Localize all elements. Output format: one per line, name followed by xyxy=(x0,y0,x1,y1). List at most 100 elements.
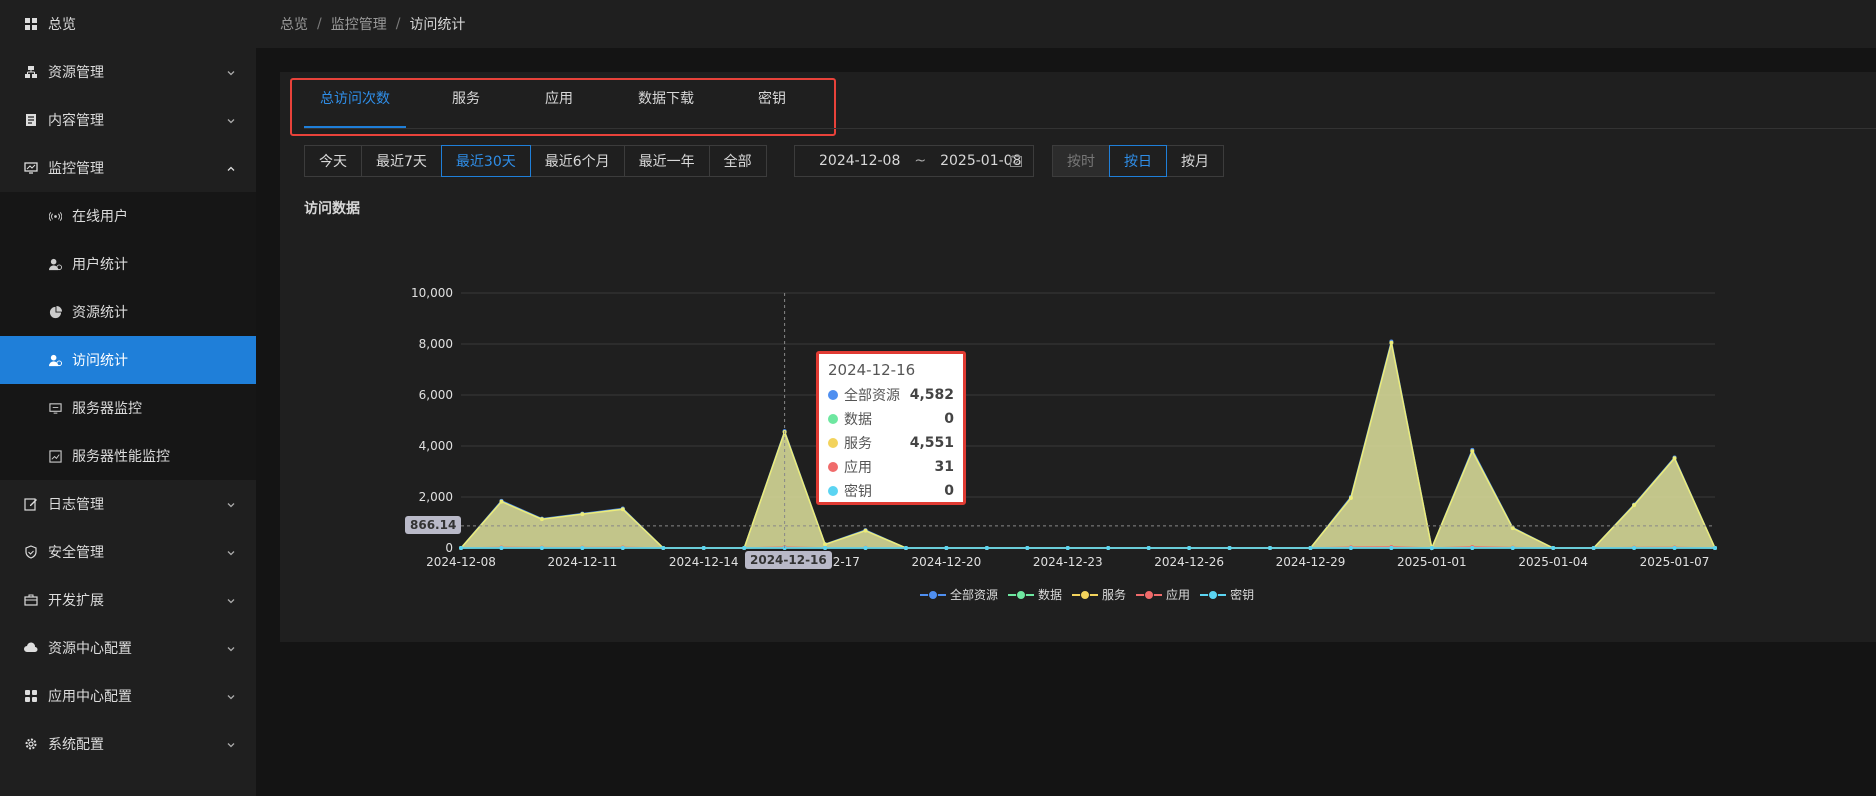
sidebar-item-visit-stats[interactable]: 访问统计 xyxy=(0,336,256,384)
tooltip-series-value: 31 xyxy=(934,459,954,475)
series-point xyxy=(620,546,625,550)
series-point xyxy=(742,546,747,550)
sidebar-item-label: 资源管理 xyxy=(48,65,104,81)
y-tick-label: 2,000 xyxy=(419,490,453,504)
sidebar-item-log-management[interactable]: 日志管理 xyxy=(0,480,256,528)
series-point xyxy=(1308,546,1313,550)
sidebar-item-monitor-management[interactable]: 监控管理 xyxy=(0,144,256,192)
breadcrumb-separator: / xyxy=(317,16,322,32)
series-point xyxy=(1268,546,1273,550)
chevron-down-icon xyxy=(226,66,236,76)
series-point xyxy=(823,542,828,547)
tooltip-date: 2024-12-16 xyxy=(828,361,916,379)
breadcrumb-current: 访问统计 xyxy=(409,17,466,33)
sidebar-item-app-center-config[interactable]: 应用中心配置 xyxy=(0,672,256,720)
series-point xyxy=(1389,546,1394,550)
sidebar: 总览 资源管理 内容管理 监控管理 在线用户 用户统计 资源统计 访问统计 服务… xyxy=(0,0,256,796)
tooltip-series-name: 密钥 xyxy=(844,484,872,500)
series-dot xyxy=(828,390,838,400)
sidebar-item-label: 在线用户 xyxy=(72,209,128,225)
legend-item[interactable]: 服务 xyxy=(1072,586,1126,603)
series-point xyxy=(903,546,908,550)
series-point xyxy=(1713,546,1717,550)
chevron-up-icon xyxy=(226,162,236,172)
series-point xyxy=(863,528,868,533)
series-point xyxy=(459,546,463,550)
sidebar-item-resource-center-config[interactable]: 资源中心配置 xyxy=(0,624,256,672)
sidebar-item-dev-extension[interactable]: 开发扩展 xyxy=(0,576,256,624)
series-point xyxy=(1591,546,1596,550)
legend-item[interactable]: 密钥 xyxy=(1200,586,1254,603)
series-point xyxy=(539,546,544,550)
edit-icon xyxy=(24,497,38,511)
sidebar-item-resource-management[interactable]: 资源管理 xyxy=(0,48,256,96)
tooltip-series-name: 服务 xyxy=(844,436,872,452)
sidebar-item-server-performance[interactable]: 服务器性能监控 xyxy=(0,432,256,480)
sidebar-item-user-stats[interactable]: 用户统计 xyxy=(0,240,256,288)
series-point xyxy=(1227,546,1232,550)
breadcrumb: 总览 / 监控管理 / 访问统计 xyxy=(280,14,465,34)
range-30days-button[interactable]: 最近30天 xyxy=(440,145,531,177)
sidebar-item-overview[interactable]: 总览 xyxy=(0,0,256,48)
series-point xyxy=(499,499,504,504)
radio-waves-icon xyxy=(48,209,62,223)
sidebar-item-security-management[interactable]: 安全管理 xyxy=(0,528,256,576)
chevron-down-icon xyxy=(226,546,236,556)
series-point xyxy=(701,546,706,550)
breadcrumb-item[interactable]: 监控管理 xyxy=(331,14,387,34)
pie-icon xyxy=(48,305,62,319)
legend-label: 全部资源 xyxy=(950,588,999,602)
sidebar-item-label: 用户统计 xyxy=(72,257,128,273)
x-tick-label: 2024-12-26 xyxy=(1154,555,1224,569)
legend-item[interactable]: 数据 xyxy=(1008,586,1062,603)
cloud-config-icon xyxy=(24,641,38,655)
legend-label: 服务 xyxy=(1102,588,1127,602)
breadcrumb-item[interactable]: 总览 xyxy=(280,14,308,34)
sidebar-item-label: 监控管理 xyxy=(48,161,104,177)
sidebar-item-resource-stats[interactable]: 资源统计 xyxy=(0,288,256,336)
series-point xyxy=(1106,546,1111,550)
legend-item[interactable]: 应用 xyxy=(1136,586,1190,603)
x-tick-label: 2025-01-07 xyxy=(1640,555,1710,569)
y-tick-label: 10,000 xyxy=(411,286,453,300)
x-tick-label: 2024-12-29 xyxy=(1276,555,1346,569)
series-point xyxy=(1632,546,1637,550)
sidebar-item-system-config[interactable]: 系统配置 xyxy=(0,720,256,768)
tooltip-series-value: 0 xyxy=(944,411,954,427)
series-line xyxy=(460,342,1716,551)
series-point xyxy=(984,546,989,550)
legend-marker-icon xyxy=(1008,589,1035,600)
legend-label: 数据 xyxy=(1038,588,1063,602)
chevron-down-icon xyxy=(226,594,236,604)
x-tick-label: 2024-12-11 xyxy=(547,555,617,569)
sidebar-item-content-management[interactable]: 内容管理 xyxy=(0,96,256,144)
legend-marker-icon xyxy=(1136,589,1163,600)
chevron-down-icon xyxy=(226,738,236,748)
y-tick-label: 8,000 xyxy=(419,337,453,351)
x-tick-label: 2025-01-01 xyxy=(1397,555,1467,569)
legend-marker-icon xyxy=(920,589,946,600)
series-point xyxy=(1510,526,1515,531)
sidebar-item-online-users[interactable]: 在线用户 xyxy=(0,192,256,240)
breadcrumb-separator: / xyxy=(395,16,401,32)
series-point xyxy=(580,546,585,550)
x-tick-label: 2024-12-20 xyxy=(912,555,982,569)
series-point xyxy=(1551,546,1556,550)
x-tick-label: 2024-12-08 xyxy=(426,555,496,569)
y-tick-label: 4,000 xyxy=(419,439,453,453)
monitor-icon xyxy=(24,161,38,175)
legend-item[interactable]: 全部资源 xyxy=(920,586,998,603)
series-point xyxy=(1389,340,1394,345)
x-tick-label: 2024-12-23 xyxy=(1033,555,1103,569)
legend-label: 应用 xyxy=(1166,588,1191,602)
sidebar-item-server-monitor[interactable]: 服务器监控 xyxy=(0,384,256,432)
screen-icon xyxy=(48,401,62,415)
granularity-day-button[interactable]: 按日 xyxy=(1109,145,1167,177)
series-point xyxy=(661,546,666,550)
x-axis-pointer-label: 2024-12-16 xyxy=(745,551,832,569)
tooltip-row: 数据 0 xyxy=(828,409,954,429)
y-axis-pointer-label: 866.14 xyxy=(405,516,462,534)
legend-marker-icon xyxy=(1072,589,1099,600)
tooltip-series-name: 应用 xyxy=(844,460,872,476)
series-point xyxy=(863,546,868,550)
